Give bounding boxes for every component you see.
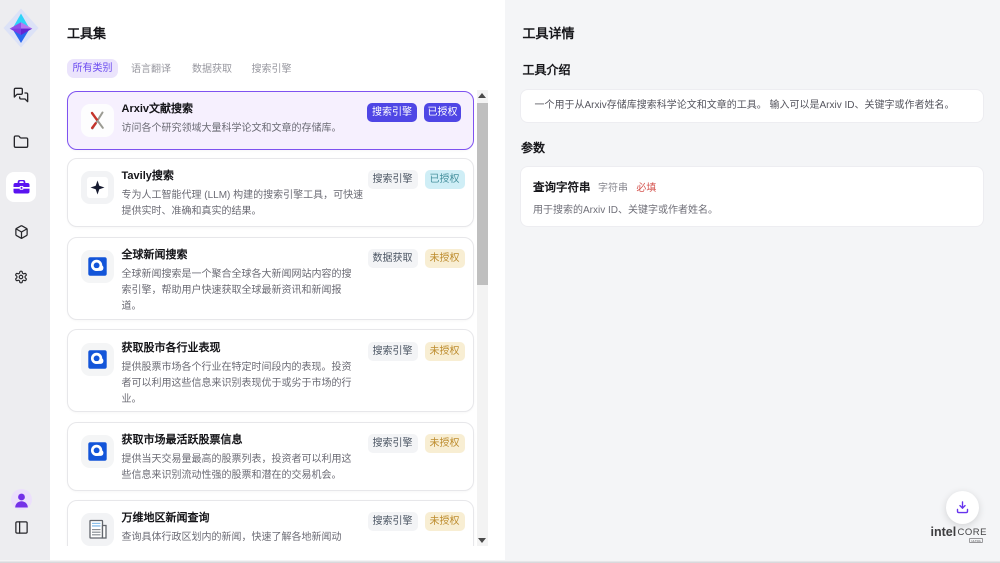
- svg-text:ULTRA: ULTRA: [971, 539, 981, 543]
